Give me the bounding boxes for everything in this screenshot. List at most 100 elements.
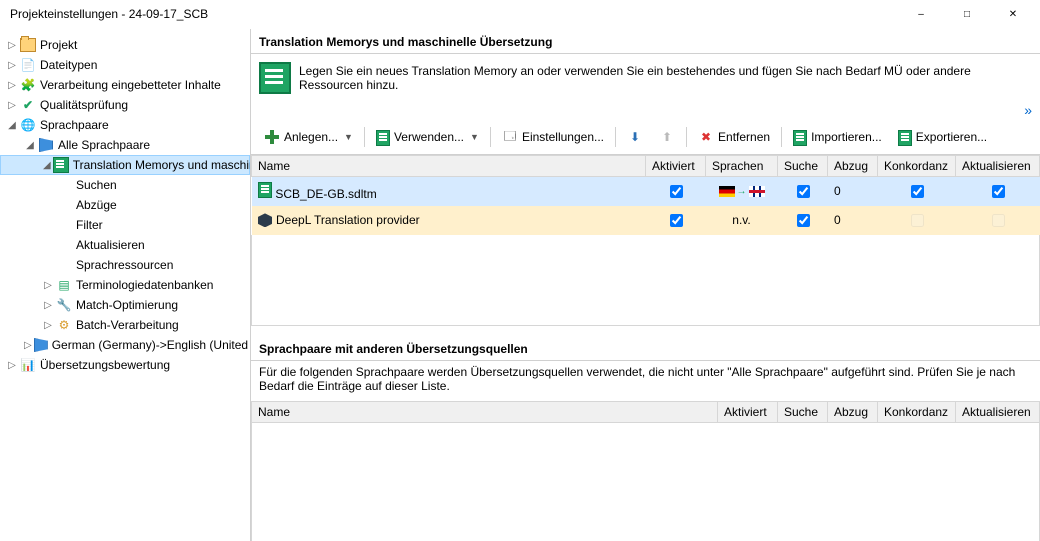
minimize-button[interactable]: –: [898, 0, 944, 28]
provider-icon: [258, 213, 272, 227]
tree-item-batch[interactable]: Batch-Verarbeitung: [76, 318, 179, 332]
globe-icon: 🌐: [20, 117, 36, 133]
other-sources-grid[interactable]: Name Aktiviert Suche Abzug Konkordanz Ak…: [251, 401, 1040, 423]
tree-item-qa[interactable]: Qualitätsprüfung: [40, 98, 128, 112]
close-button[interactable]: ✕: [990, 0, 1036, 28]
flag-icon: [34, 337, 48, 353]
settings-button[interactable]: 🗔 Einstellungen...: [495, 124, 611, 150]
tree-item-embedded[interactable]: Verarbeitung eingebetteter Inhalte: [40, 78, 221, 92]
expand-icon[interactable]: ▷: [6, 80, 18, 91]
expand-icon[interactable]: ▷: [42, 300, 54, 311]
title-bar: Projekteinstellungen - 24-09-17_SCB – □ …: [0, 0, 1040, 29]
export-label: Exportieren...: [916, 130, 987, 144]
sidebar: ▷Projekt ▷📄Dateitypen ▷🧩Verarbeitung ein…: [0, 29, 251, 541]
expand-icon[interactable]: ▷: [6, 360, 18, 371]
main-panel: Translation Memorys und maschinelle Über…: [251, 29, 1040, 541]
search-checkbox[interactable]: [797, 185, 810, 198]
tree-item-project[interactable]: Projekt: [40, 38, 77, 52]
move-down-button[interactable]: ⬇: [620, 124, 650, 150]
col-penalty[interactable]: Abzug: [828, 156, 878, 177]
collapse-icon[interactable]: ◢: [43, 160, 51, 171]
col-langs[interactable]: Sprachen: [706, 156, 778, 177]
col2-search[interactable]: Suche: [778, 402, 828, 423]
col2-enabled[interactable]: Aktiviert: [718, 402, 778, 423]
col2-name[interactable]: Name: [252, 402, 718, 423]
expand-icon[interactable]: ▷: [24, 340, 32, 351]
use-button[interactable]: Verwenden...▼: [369, 124, 486, 150]
col2-update[interactable]: Aktualisieren: [956, 402, 1040, 423]
remove-label: Entfernen: [718, 130, 770, 144]
window-title: Projekteinstellungen - 24-09-17_SCB: [10, 7, 208, 21]
tm-grid[interactable]: Name Aktiviert Sprachen Suche Abzug Konk…: [251, 155, 1040, 326]
toolbar: Anlegen...▼ Verwenden...▼ 🗔 Einstellunge…: [251, 120, 1040, 155]
import-button[interactable]: Importieren...: [786, 124, 889, 150]
export-icon: [898, 130, 912, 144]
expand-icon[interactable]: ▷: [6, 100, 18, 111]
info-text: Legen Sie ein neues Translation Memory a…: [299, 62, 1032, 92]
import-icon: [793, 130, 807, 144]
tm-name: SCB_DE-GB.sdltm: [275, 187, 376, 201]
arrow-down-icon: ⬇: [627, 129, 643, 145]
flag-de-icon: [719, 186, 735, 197]
section2-title: Sprachpaare mit anderen Übersetzungsquel…: [251, 336, 1040, 361]
update-checkbox[interactable]: [992, 185, 1005, 198]
expand-icon[interactable]: ▷: [6, 40, 18, 51]
flag-gb-icon: [749, 186, 765, 197]
lang-cell: →: [706, 177, 778, 206]
enabled-checkbox[interactable]: [670, 214, 683, 227]
tree-item-tm-mt[interactable]: Translation Memorys und maschinelle Über…: [73, 158, 251, 172]
expand-icon[interactable]: ▷: [42, 280, 54, 291]
arrow-right-icon: →: [737, 186, 747, 197]
tree-item-trans-review[interactable]: Übersetzungsbewertung: [40, 358, 170, 372]
collapse-icon[interactable]: ◢: [6, 120, 18, 131]
concord-checkbox: [911, 214, 924, 227]
tree-item-langpairs[interactable]: Sprachpaare: [40, 118, 109, 132]
enabled-checkbox[interactable]: [670, 185, 683, 198]
tree-item-langres[interactable]: Sprachressourcen: [76, 258, 173, 272]
collapse-icon[interactable]: ◢: [24, 140, 36, 151]
col-name[interactable]: Name: [252, 156, 646, 177]
plus-icon: [264, 129, 280, 145]
dropdown-icon: ▼: [344, 132, 353, 142]
col-update[interactable]: Aktualisieren: [956, 156, 1040, 177]
flag-icon: [38, 137, 54, 153]
update-checkbox: [992, 214, 1005, 227]
export-button[interactable]: Exportieren...: [891, 124, 994, 150]
col-concord[interactable]: Konkordanz: [878, 156, 956, 177]
concord-checkbox[interactable]: [911, 185, 924, 198]
maximize-button[interactable]: □: [944, 0, 990, 28]
col-search[interactable]: Suche: [778, 156, 828, 177]
check-icon: ✔: [20, 97, 36, 113]
tree-item-filetypes[interactable]: Dateitypen: [40, 58, 97, 72]
col2-concord[interactable]: Konkordanz: [878, 402, 956, 423]
tree-item-search[interactable]: Suchen: [76, 178, 117, 192]
remove-button[interactable]: ✖ Entfernen: [691, 124, 777, 150]
tree-item-filter[interactable]: Filter: [76, 218, 103, 232]
folder-icon: [20, 37, 36, 53]
penalty-cell[interactable]: 0: [828, 177, 878, 206]
penalty-cell[interactable]: 0: [828, 206, 878, 235]
move-up-button[interactable]: ⬆: [652, 124, 682, 150]
col2-penalty[interactable]: Abzug: [828, 402, 878, 423]
expand-icon[interactable]: ▷: [42, 320, 54, 331]
tree-item-all-langpairs[interactable]: Alle Sprachpaare: [58, 138, 150, 152]
settings-icon: 🗔: [502, 129, 518, 145]
settings-tree[interactable]: ▷Projekt ▷📄Dateitypen ▷🧩Verarbeitung ein…: [0, 35, 250, 375]
search-checkbox[interactable]: [797, 214, 810, 227]
expand-icon[interactable]: ▷: [6, 60, 18, 71]
tree-item-matchopt[interactable]: Match-Optimierung: [76, 298, 178, 312]
create-button[interactable]: Anlegen...▼: [257, 124, 360, 150]
tree-item-update[interactable]: Aktualisieren: [76, 238, 145, 252]
delete-icon: ✖: [698, 129, 714, 145]
expand-more-icon[interactable]: »: [1024, 102, 1032, 118]
lang-cell: n.v.: [706, 206, 778, 235]
tree-item-de-en[interactable]: German (Germany)->English (United Kingdo…: [52, 338, 251, 352]
window-controls: – □ ✕: [898, 0, 1036, 28]
tree-item-termbases[interactable]: Terminologiedatenbanken: [76, 278, 213, 292]
col-enabled[interactable]: Aktiviert: [646, 156, 706, 177]
tree-item-deductions[interactable]: Abzüge: [76, 198, 117, 212]
tm-row[interactable]: SCB_DE-GB.sdltm → 0: [252, 177, 1040, 206]
tm-icon: [376, 130, 390, 144]
tm-icon: [258, 182, 272, 196]
mt-row[interactable]: DeepL Translation provider n.v. 0: [252, 206, 1040, 235]
